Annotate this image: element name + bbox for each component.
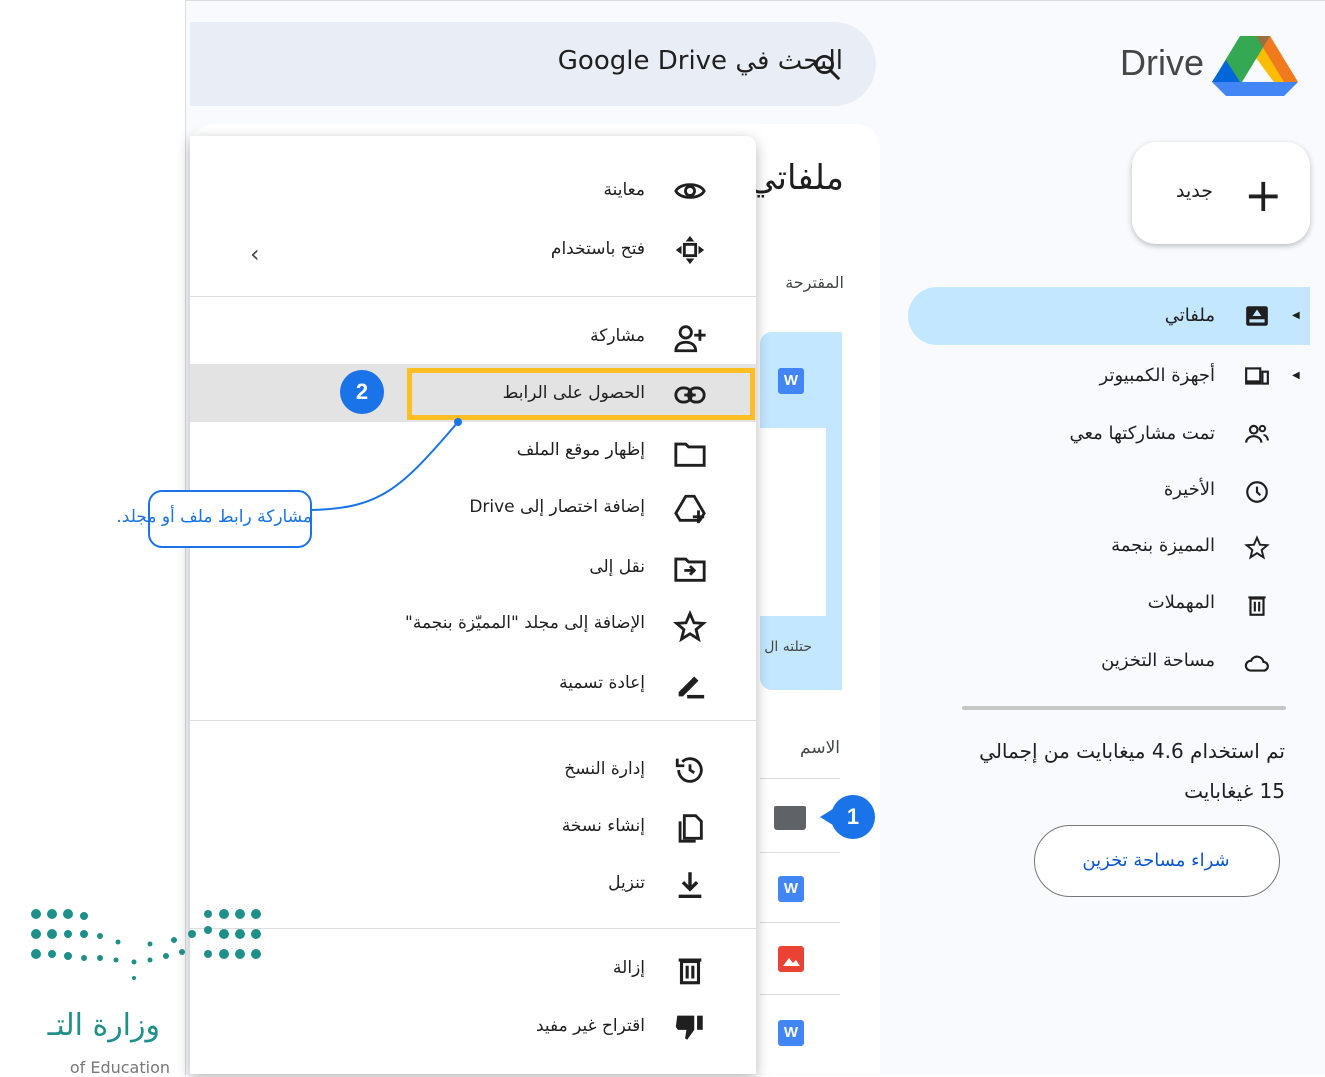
ministry-logo-dots (31, 909, 261, 980)
search-icon[interactable] (812, 52, 842, 82)
menu-item-remove[interactable]: إزالة (613, 958, 645, 978)
trash-icon (1248, 596, 1266, 616)
image-file-icon[interactable] (778, 946, 804, 972)
storage-usage-bar (962, 706, 1286, 710)
download-icon (678, 872, 702, 899)
suggested-heading: المقترحة (785, 273, 844, 292)
menu-item-add-shortcut[interactable]: إضافة اختصار إلى Drive (469, 497, 645, 517)
menu-item-rename[interactable]: إعادة تسمية (559, 673, 645, 693)
computers-icon (1245, 367, 1269, 385)
page-title: ملفاتي (749, 158, 844, 198)
new-button[interactable] (1132, 142, 1310, 244)
expand-caret-icon[interactable]: ◀ (1292, 370, 1300, 381)
expand-caret-icon[interactable]: ◀ (1292, 310, 1300, 321)
menu-divider (190, 296, 756, 297)
menu-divider (190, 928, 756, 929)
ministry-name: وزارة التـ (47, 1008, 160, 1043)
clock-icon (1246, 481, 1268, 503)
move-to-icon (674, 557, 706, 582)
star-outline-icon (673, 610, 707, 643)
storage-line-1: تم استخدام 4.6 ميغابايت من إجمالي (979, 739, 1285, 763)
rename-icon (678, 676, 705, 699)
card-preview (760, 428, 826, 616)
menu-item-not-helpful: اقتراح غير مفيد (535, 1016, 645, 1036)
sidebar-item-recent[interactable]: الأخيرة (1164, 479, 1215, 500)
column-header-name[interactable]: الاسم (800, 738, 840, 758)
menu-item-manage-versions[interactable]: إدارة النسخ (564, 759, 645, 779)
search-input[interactable]: البحث في Google Drive (558, 46, 843, 76)
row-divider (760, 922, 840, 923)
ministry-name-en: of Education (69, 1058, 170, 1077)
folder-outline-icon (674, 442, 706, 467)
storage-line-2: 15 غيغابايت (1184, 779, 1285, 803)
drive-logo-icon[interactable] (1212, 36, 1298, 96)
open-with-icon (675, 235, 705, 265)
person-add-icon (674, 325, 706, 353)
callout-connector (311, 418, 462, 511)
buy-storage-label: شراء مساحة تخزين (1082, 850, 1230, 871)
app-title: Drive (1120, 42, 1205, 83)
step-2-badge: 2 (340, 370, 384, 414)
word-doc-icon[interactable]: W (778, 1020, 804, 1046)
menu-item-add-starred[interactable]: الإضافة إلى مجلد "المميّزة بنجمة" (405, 613, 645, 633)
card-caption: حتلته ال (764, 639, 812, 655)
storage-text: تم استخدام 4.6 ميغابايت من إجمالي 15 غيغ… (955, 731, 1285, 811)
context-menu (190, 136, 756, 1074)
folder-icon[interactable] (774, 806, 806, 830)
thumb-down-icon (675, 1015, 703, 1040)
my-drive-icon (1246, 306, 1268, 326)
sidebar-item-computers[interactable]: أجهزة الكمبيوتر (1100, 365, 1215, 386)
callout-text: مشاركة رابط ملف أو مجلد. (116, 507, 312, 527)
menu-item-open-with[interactable]: فتح باستخدام (551, 239, 645, 259)
menu-item-share[interactable]: مشاركة (590, 326, 645, 346)
step-1-pointer (820, 807, 836, 827)
sidebar-item-my-drive[interactable]: ملفاتي (1165, 305, 1215, 326)
menu-item-preview[interactable]: معاينة (604, 180, 645, 200)
word-doc-icon[interactable]: W (778, 876, 804, 902)
menu-item-show-location[interactable]: إظهار موقع الملف (517, 440, 645, 460)
sidebar-item-shared[interactable]: تمت مشاركتها معي (1069, 423, 1215, 444)
row-divider (760, 852, 840, 853)
menu-item-move-to[interactable]: نقل إلى (589, 557, 645, 577)
drive-shortcut-icon (674, 494, 706, 524)
sidebar-item-trash[interactable]: المهملات (1148, 592, 1215, 613)
sidebar-item-storage[interactable]: مساحة التخزين (1101, 650, 1215, 671)
chevron-left-icon[interactable]: ‹ (250, 240, 260, 268)
shared-people-icon (1245, 424, 1269, 443)
trash-icon (678, 958, 702, 985)
sidebar-item-starred[interactable]: المميزة بنجمة (1111, 535, 1215, 556)
menu-divider (190, 720, 756, 721)
eye-icon (674, 183, 706, 199)
menu-item-download[interactable]: تنزيل (608, 873, 645, 893)
row-divider (760, 778, 840, 779)
history-icon (675, 757, 703, 783)
new-button-label: جديد (1176, 180, 1213, 202)
cloud-icon (1244, 655, 1269, 672)
menu-item-make-copy[interactable]: إنشاء نسخة (562, 816, 645, 836)
row-divider (760, 994, 840, 995)
star-icon (1244, 535, 1270, 560)
word-doc-icon: W (778, 368, 804, 394)
plus-icon: + (1244, 168, 1283, 222)
copy-icon (678, 814, 703, 843)
